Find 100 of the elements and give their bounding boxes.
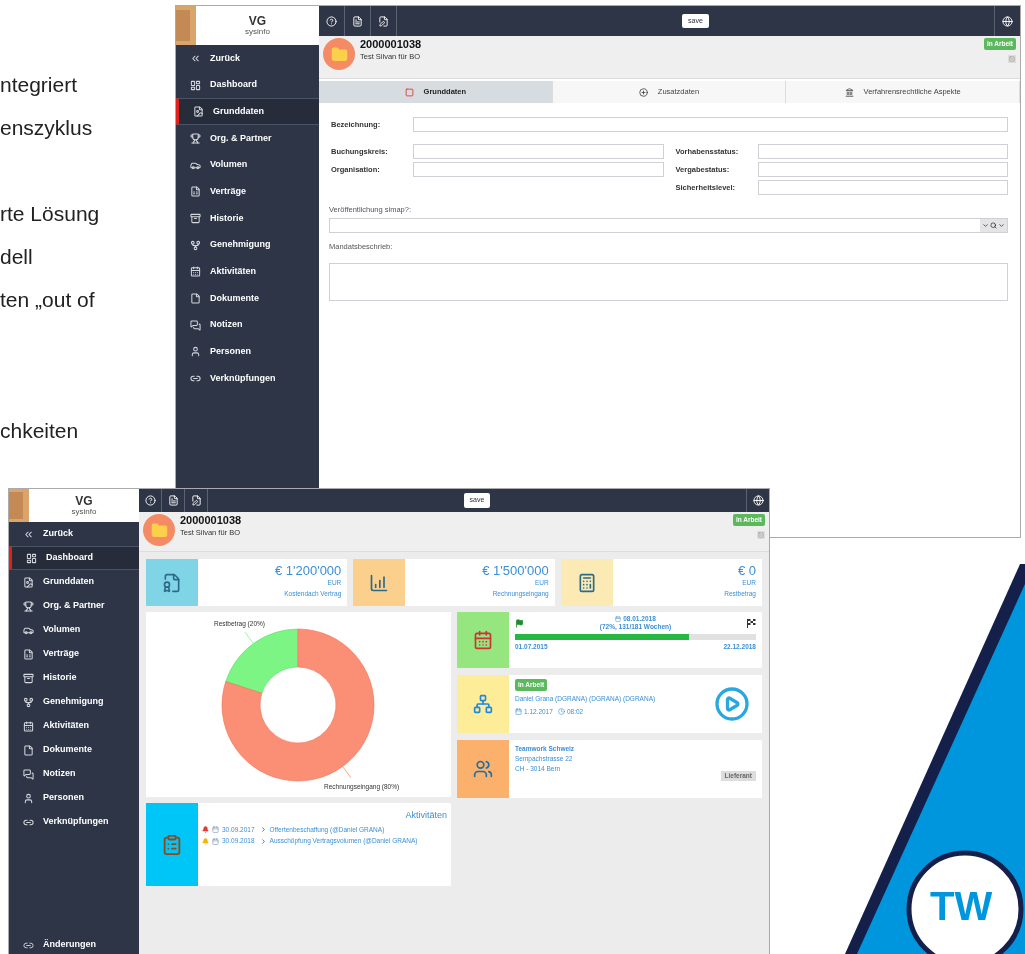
certificate-icon [162,572,182,593]
trophy-icon [190,132,201,144]
input-field[interactable] [757,180,1008,195]
collapse-button[interactable] [1008,54,1016,63]
word-file-icon [167,495,179,506]
fork-icon [190,239,201,251]
clipboard-icon [161,833,183,856]
folder-avatar-icon [323,38,355,70]
leader-line [244,631,254,644]
app-title: VG [248,15,267,27]
chat-icon [190,319,201,331]
minus-icon [1009,55,1015,62]
sidebar-item[interactable]: Aktivitäten [9,714,139,738]
dashboard-icon [190,79,201,91]
logo-text: TW [930,886,993,926]
logo-block-icon [176,6,196,45]
minus-icon [758,531,764,538]
slide-text: dell [0,244,33,269]
fork-icon [23,696,34,708]
edit-file-icon [190,495,202,506]
sidebar-item[interactable]: Grunddaten [9,570,139,594]
slide-text: enszyklus [0,115,93,140]
sheet-icon [23,648,34,660]
chat-icon [23,768,34,780]
archive-icon [23,672,34,684]
calendar-icon [473,630,493,650]
folder-avatar-icon [143,514,175,546]
sidebar-item[interactable]: Dashboard [9,546,139,570]
slide-text: rte Lösung [0,201,100,226]
sidebar-item[interactable]: Historie [176,205,319,232]
sidebar-item[interactable]: Personen [9,786,139,810]
word-file-icon [352,15,363,27]
calendar-icon [515,707,522,715]
select-field[interactable] [329,218,1008,234]
sidebar-item[interactable]: Personen [176,338,319,366]
person-icon [23,792,34,804]
help-icon [326,15,337,27]
archive-icon [190,212,201,224]
input-field[interactable] [413,117,1008,132]
kpi-value: € 1'500'000 [482,563,549,580]
slide-text: chkeiten [0,418,79,443]
sidebar-item[interactable]: Org. & Partner [176,125,319,152]
sidebar-item[interactable]: Aktivitäten [176,258,319,286]
kpi-value: € 1'200'000 [274,563,342,580]
sidebar-item[interactable]: Volumen [176,151,319,179]
dashboard-icon [26,552,37,564]
square-icon [404,87,414,97]
file-icon [23,744,34,756]
sidebar-item[interactable]: Dokumente [176,285,319,312]
input-field[interactable] [413,144,664,159]
sidebar-item[interactable]: Genehmigung [9,690,139,714]
calendar-icon [615,616,622,623]
input-field[interactable] [757,144,1008,159]
bar-chart-icon [369,572,390,593]
app-subtitle: sysinfo [71,508,97,516]
sidebar-item[interactable]: Verträge [9,642,139,666]
sidebar-item[interactable]: Volumen [9,618,139,642]
globe-icon [1002,15,1013,27]
record-number: 2000001038 [180,514,242,528]
input-field[interactable] [757,162,1008,177]
sheet-icon [190,186,201,198]
select-controls-icon [980,219,1007,233]
slide-text: ten „out of [0,287,95,312]
file-icon [190,293,201,305]
calendar-icon [190,266,201,278]
collapse-button[interactable] [757,530,765,539]
sidebar-item[interactable]: Zurück [9,522,139,546]
input-field[interactable] [413,162,664,177]
plus-circle-icon [638,87,648,97]
building-icon [844,87,854,97]
sidebar-item[interactable]: Notizen [176,311,319,339]
finish-flag-icon [747,619,756,628]
app-title: VG [75,495,93,507]
sidebar-item[interactable]: Dokumente [9,738,139,762]
help-icon [144,495,156,506]
app-subtitle: sysinfo [245,28,270,36]
people-icon [473,759,493,779]
play-button[interactable] [714,686,750,722]
card-title: Aktivitäten [405,809,447,822]
sidebar-item[interactable]: Grunddaten [176,98,319,126]
sidebar-item[interactable]: Verknüpfungen [176,365,319,392]
leader-line [342,766,352,779]
workflow-icon [473,694,493,714]
sidebar-item[interactable]: Dashboard [176,71,319,99]
sidebar-item[interactable]: Org. & Partner [9,594,139,618]
calendar-icon [212,825,219,833]
sidebar-item[interactable]: Verträge [176,178,319,206]
sidebar-item[interactable]: Änderungen [9,933,139,954]
document-icon [193,106,204,118]
text-area[interactable] [329,262,1008,301]
sidebar-item[interactable]: Historie [9,666,139,690]
calendar-icon [212,837,219,845]
edit-file-icon [378,15,389,27]
sidebar-item[interactable]: Verknüpfungen [9,810,139,834]
sidebar-item[interactable]: Zurück [176,45,319,72]
clock-icon [557,707,565,715]
sidebar-item[interactable]: Genehmigung [176,231,319,259]
sidebar-item[interactable]: Notizen [9,762,139,786]
slide-text: ntegriert [0,72,78,97]
record-number: 2000001038 [360,38,422,52]
